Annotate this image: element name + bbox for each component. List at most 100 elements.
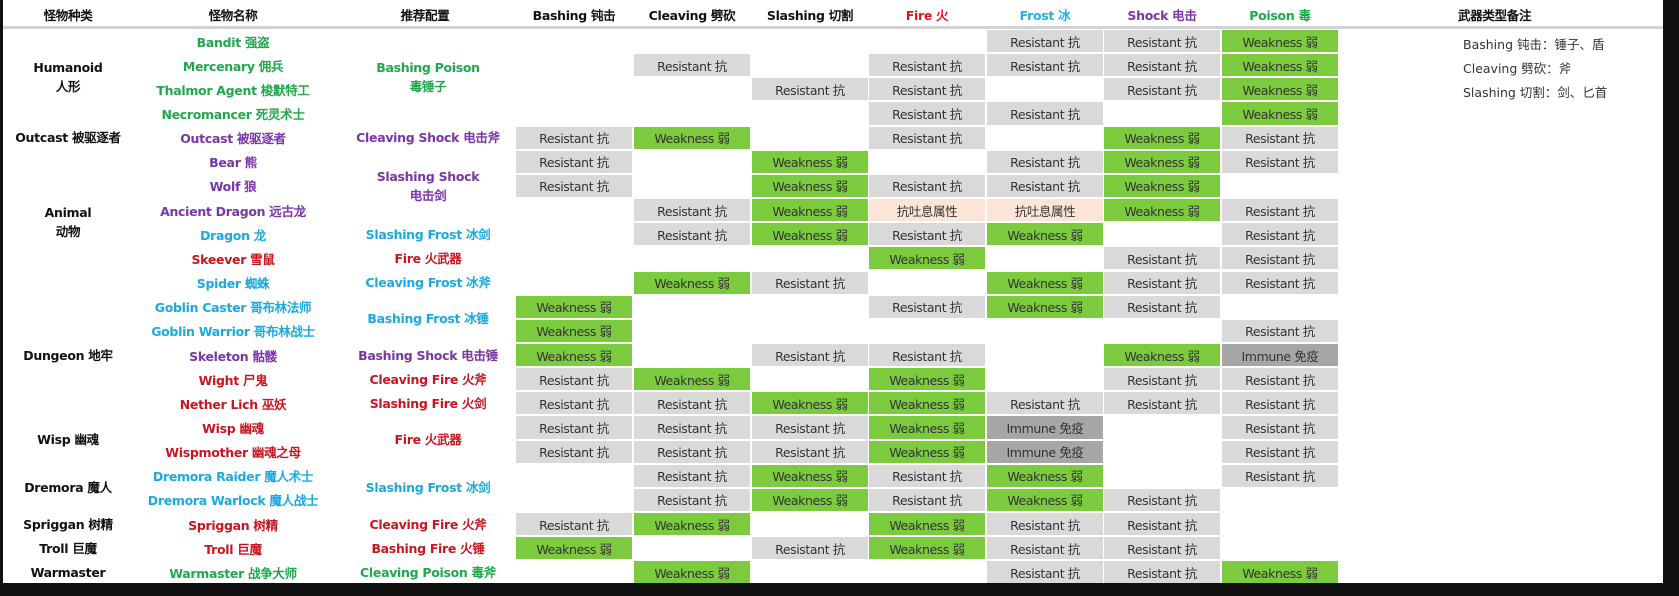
monster-name: Goblin Warrior 哥布林战士 [151,324,315,340]
resistance-cell: Resistant 抗 [634,392,750,415]
config-label: Cleaving Shock 电击斧 [356,130,500,146]
resistance-table: 怪物种类 怪物名称 推荐配置 Bashing 钝击 Cleaving 劈砍 Slas… [3,0,1663,584]
config-label: Bashing Fire 火锤 [371,540,485,556]
resistance-cell: Weakness 弱 [869,247,985,270]
header-fire: Fire 火 [905,8,949,23]
header-bashing: Bashing 钝击 [532,8,616,23]
resistance-cell: Resistant 抗 [987,174,1103,198]
resistance-cell: Resistant 抗 [1104,295,1220,318]
header-frost: Frost 冰 [1019,8,1071,23]
monster-name: Dremora Raider 魔人术士 [152,469,314,485]
recommended-config: Bashing Shock 电击锤 [328,343,528,367]
recommended-config: Fire 火武器 [328,246,528,270]
resistance-cell: Weakness 弱 [752,223,868,246]
resistance-cell: Resistant 抗 [869,78,985,101]
monster-type-group: Humanoid 人形 [3,29,133,126]
monster-type-label: Troll 巨魔 [39,540,97,556]
resistance-cell: Resistant 抗 [516,368,632,391]
config-label: Fire 火武器 [394,250,462,266]
recommended-config: Cleaving Fire 火斧 [328,512,528,536]
resistance-cell: Resistant 抗 [1104,513,1220,536]
resistance-cell: 抗吐息属性 [987,199,1103,222]
resistance-cell: Resistant 抗 [987,30,1103,53]
header-recommended-config: 推荐配置 [400,8,450,23]
resistance-cell: Resistant 抗 [516,126,632,149]
resistance-cell: Weakness 弱 [516,295,632,318]
resistance-cell: Resistant 抗 [752,78,868,101]
resistance-cell: Resistant 抗 [987,150,1103,173]
resistance-cell: Resistant 抗 [634,440,750,463]
resistance-cell: Resistant 抗 [752,440,868,463]
recommended-config: Cleaving Frost 冰斧 [328,271,528,295]
monster-name: Outcast 被驱逐者 [180,131,286,147]
note-bashing: Bashing 钝击：锤子、盾 [1463,37,1605,52]
resistance-cell: Weakness 弱 [987,464,1103,487]
resistance-cell: Resistant 抗 [516,392,632,415]
monster-name: Warmaster 战争大师 [169,565,297,581]
recommended-config: Cleaving Shock 电击斧 [328,126,528,150]
resistance-cell: Resistant 抗 [752,343,868,367]
resistance-cell: Weakness 弱 [869,368,985,391]
resistance-cell: Resistant 抗 [1222,150,1338,173]
monster-name: Nether Lich 巫妖 [179,396,287,412]
config-label: Bashing Shock 电击锤 [358,347,498,363]
monster-type-label: Outcast 被驱逐者 [15,130,121,146]
resistance-cell: Weakness 弱 [1222,102,1338,125]
resistance-cell: Weakness 弱 [634,271,750,294]
resistance-cell: Weakness 弱 [1104,126,1220,149]
resistance-cell: Weakness 弱 [516,343,632,367]
monster-type-group: Spriggan 树精 [3,512,133,536]
resistance-cell: Resistant 抗 [1104,368,1220,391]
header-poison: Poison 毒 [1249,8,1311,23]
monster-type-label: Humanoid [33,60,103,76]
resistance-cell: Weakness 弱 [1104,199,1220,222]
resistance-cell: Weakness 弱 [869,537,985,560]
monster-name: Spriggan 树精 [188,517,278,533]
resistance-cell: Resistant 抗 [1222,392,1338,415]
recommended-config: Bashing Fire 火锤 [328,536,528,560]
resistance-cell: Resistant 抗 [1222,319,1338,342]
resistance-cell: Weakness 弱 [634,561,750,584]
resistance-cell: Weakness 弱 [987,271,1103,294]
resistance-cell: Resistant 抗 [987,54,1103,77]
recommended-config: Slashing Frost 冰剑 [328,222,528,246]
note-cleaving: Cleaving 劈砍：斧 [1463,61,1572,76]
resistance-cell: Resistant 抗 [987,537,1103,560]
monster-type-group: Animal 动物 [3,150,133,295]
monster-name: Dremora Warlock 魔人战士 [147,493,319,509]
resistance-cell: Weakness 弱 [1222,78,1338,101]
recommended-config: Bashing Poison 毒锤子 [328,29,528,126]
resistance-cell: Weakness 弱 [1104,174,1220,198]
resistance-cell: Resistant 抗 [634,488,750,511]
resistance-cell: Weakness 弱 [1222,30,1338,53]
resistance-cell: Resistant 抗 [1222,223,1338,246]
header-monster-name: 怪物名称 [208,8,258,23]
config-label: 毒锤子 [409,79,447,95]
resistance-cell: Weakness 弱 [634,513,750,536]
config-label: 电击剑 [409,187,447,203]
config-label: Slashing Frost 冰剑 [365,480,491,496]
resistance-cell: Weakness 弱 [869,392,985,415]
resistance-cell: Weakness 弱 [869,416,985,439]
resistance-cell: Resistant 抗 [1222,199,1338,222]
monster-name: Mercenary 佣兵 [182,58,284,74]
config-label: Slashing Frost 冰剑 [365,226,491,242]
monster-type-group: Outcast 被驱逐者 [3,126,133,150]
resistance-cell: Immune 免疫 [1222,343,1338,367]
monster-type-label: Animal [44,205,92,221]
resistance-cell: Weakness 弱 [752,488,868,511]
resistance-cell: Resistant 抗 [869,174,985,198]
resistance-cell: Resistant 抗 [1104,392,1220,415]
monster-name: Goblin Caster 哥布林法师 [154,300,312,316]
resistance-cell: Resistant 抗 [752,416,868,439]
header-weapon-notes: 武器类型备注 [1458,8,1532,23]
monster-type-label: 人形 [55,79,81,95]
resistance-cell: Resistant 抗 [869,102,985,125]
resistance-cell: Resistant 抗 [987,102,1103,125]
header-cleaving: Cleaving 劈砍 [648,8,736,23]
monster-name: Wight 尸鬼 [198,372,268,388]
monster-type-label: Wisp 幽魂 [37,432,99,448]
resistance-cell: Resistant 抗 [1222,126,1338,149]
resistance-cell: Resistant 抗 [1222,416,1338,439]
resistance-cell: Weakness 弱 [752,464,868,487]
